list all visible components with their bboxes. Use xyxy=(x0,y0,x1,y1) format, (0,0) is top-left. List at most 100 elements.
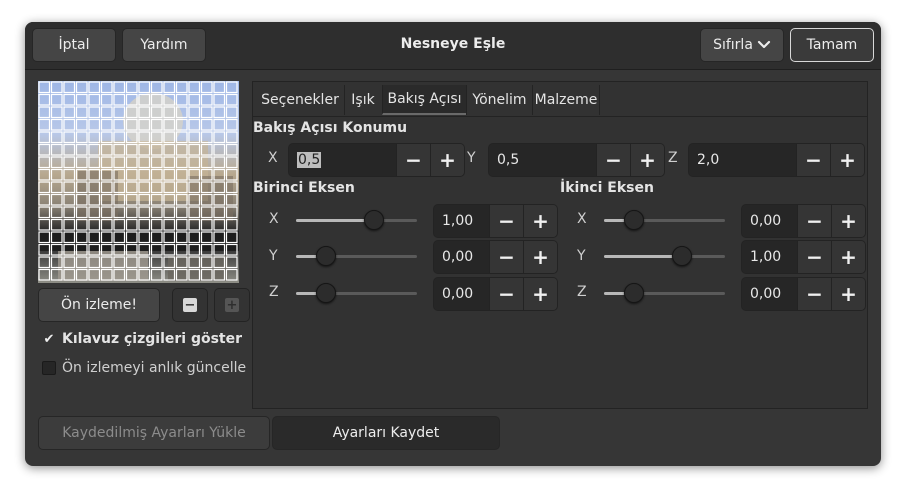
second-axis-y-slider[interactable] xyxy=(604,246,725,266)
tab-orientation[interactable]: Yönelim xyxy=(466,85,532,115)
second-axis-y-value: 1,00 xyxy=(750,249,782,265)
first-axis-y-slider[interactable] xyxy=(296,246,417,266)
first-axis-y-label: Y xyxy=(269,248,278,264)
first-axis-z-decrement[interactable]: − xyxy=(489,278,523,310)
grid-cell xyxy=(100,268,113,281)
first-axis-y-slider-handle[interactable] xyxy=(316,246,336,266)
first-axis-y-input[interactable]: 0,00 xyxy=(434,241,489,273)
grid-cell xyxy=(163,156,176,169)
grid-cell xyxy=(50,256,63,269)
grid-cell xyxy=(75,93,88,106)
grid-cell xyxy=(63,193,76,206)
first-axis-z-label: Z xyxy=(269,284,279,300)
reset-dropdown-button[interactable]: Sıfırla xyxy=(700,28,784,62)
grid-cell xyxy=(188,118,201,131)
viewpoint-x-input[interactable]: 0,5 xyxy=(289,144,396,176)
second-axis-x-decrement[interactable]: − xyxy=(797,205,831,237)
tab-viewpoint[interactable]: Bakış Açısı xyxy=(382,85,466,115)
minus-icon: − xyxy=(183,297,197,313)
viewpoint-z-decrement[interactable]: − xyxy=(796,144,830,176)
grid-cell xyxy=(163,168,176,181)
grid-cell xyxy=(188,268,201,281)
preview-button[interactable]: Ön izleme! xyxy=(38,288,160,322)
plus-icon: + xyxy=(840,282,857,306)
ok-button[interactable]: Tamam xyxy=(790,28,874,62)
grid-cell xyxy=(75,81,88,94)
grid-cell xyxy=(75,256,88,269)
grid-cell xyxy=(200,93,213,106)
tab-options[interactable]: Seçenekler xyxy=(256,85,344,115)
first-axis-z-slider-handle[interactable] xyxy=(316,283,336,303)
first-axis-y-increment[interactable]: + xyxy=(523,241,557,273)
viewpoint-y-input[interactable]: 0,5 xyxy=(489,144,596,176)
grid-cell xyxy=(50,93,63,106)
second-axis-x-increment[interactable]: + xyxy=(831,205,865,237)
first-axis-z-input[interactable]: 0,00 xyxy=(434,278,489,310)
grid-cell xyxy=(225,268,238,281)
plus-icon: + xyxy=(840,209,857,233)
grid-cell xyxy=(163,181,176,194)
zoom-out-button[interactable]: − xyxy=(172,288,208,322)
second-axis-x-slider[interactable] xyxy=(604,210,725,230)
first-axis-x-slider-handle[interactable] xyxy=(364,210,384,230)
grid-cell xyxy=(150,118,163,131)
first-axis-z-slider[interactable] xyxy=(296,283,417,303)
grid-cell xyxy=(213,131,226,144)
first-axis-z-value: 0,00 xyxy=(442,286,474,302)
grid-cell xyxy=(150,168,163,181)
first-axis-x-increment[interactable]: + xyxy=(523,205,557,237)
viewpoint-y-decrement[interactable]: − xyxy=(596,144,630,176)
viewpoint-y-increment[interactable]: + xyxy=(630,144,664,176)
grid-cell xyxy=(138,131,151,144)
minus-icon: − xyxy=(806,245,823,269)
minus-icon: − xyxy=(405,148,422,172)
second-axis-z-slider-handle[interactable] xyxy=(624,283,644,303)
show-guides-checkbox[interactable]: ✔ xyxy=(42,332,56,347)
second-axis-x-slider-handle[interactable] xyxy=(624,210,644,230)
grid-cell xyxy=(138,218,151,231)
second-axis-x-spin: 0,00 − + xyxy=(741,204,866,238)
grid-cell xyxy=(75,181,88,194)
first-axis-y-decrement[interactable]: − xyxy=(489,241,523,273)
load-saved-settings-button[interactable]: Kaydedilmiş Ayarları Yükle xyxy=(38,416,270,450)
tab-light[interactable]: Işık xyxy=(344,85,381,115)
viewpoint-x-increment[interactable]: + xyxy=(430,144,464,176)
first-axis-x-decrement[interactable]: − xyxy=(489,205,523,237)
second-axis-y-input[interactable]: 1,00 xyxy=(742,241,797,273)
grid-cell xyxy=(88,131,101,144)
first-axis-z-increment[interactable]: + xyxy=(523,278,557,310)
second-axis-z-decrement[interactable]: − xyxy=(797,278,831,310)
grid-cell xyxy=(163,231,176,244)
grid-cell xyxy=(188,168,201,181)
grid-cell xyxy=(75,156,88,169)
grid-cell xyxy=(88,218,101,231)
tab-material[interactable]: Malzeme xyxy=(532,85,600,115)
grid-cell xyxy=(225,106,238,119)
first-axis-x-slider[interactable] xyxy=(296,210,417,230)
grid-cell xyxy=(200,218,213,231)
instant-update-checkbox[interactable] xyxy=(42,361,56,375)
second-axis-x-input[interactable]: 0,00 xyxy=(742,205,797,237)
viewpoint-z-increment[interactable]: + xyxy=(830,144,864,176)
grid-cell xyxy=(38,131,51,144)
second-axis-z-increment[interactable]: + xyxy=(831,278,865,310)
grid-cell xyxy=(225,193,238,206)
second-axis-y-decrement[interactable]: − xyxy=(797,241,831,273)
viewpoint-x-decrement[interactable]: − xyxy=(396,144,430,176)
zoom-in-button[interactable]: + xyxy=(214,288,250,322)
grid-cell xyxy=(50,81,63,94)
grid-cell xyxy=(125,143,138,156)
grid-cell xyxy=(63,81,76,94)
second-axis-y-slider-handle[interactable] xyxy=(672,246,692,266)
first-axis-z-spin: 0,00 − + xyxy=(433,277,558,311)
first-axis-x-input[interactable]: 1,00 xyxy=(434,205,489,237)
grid-cell xyxy=(125,118,138,131)
grid-cell xyxy=(213,268,226,281)
second-axis-z-input[interactable]: 0,00 xyxy=(742,278,797,310)
second-axis-z-slider[interactable] xyxy=(604,283,725,303)
save-settings-button[interactable]: Ayarları Kaydet xyxy=(272,416,500,450)
grid-cell xyxy=(200,231,213,244)
viewpoint-z-input[interactable]: 2,0 xyxy=(689,144,796,176)
minus-icon: − xyxy=(498,245,515,269)
second-axis-y-increment[interactable]: + xyxy=(831,241,865,273)
